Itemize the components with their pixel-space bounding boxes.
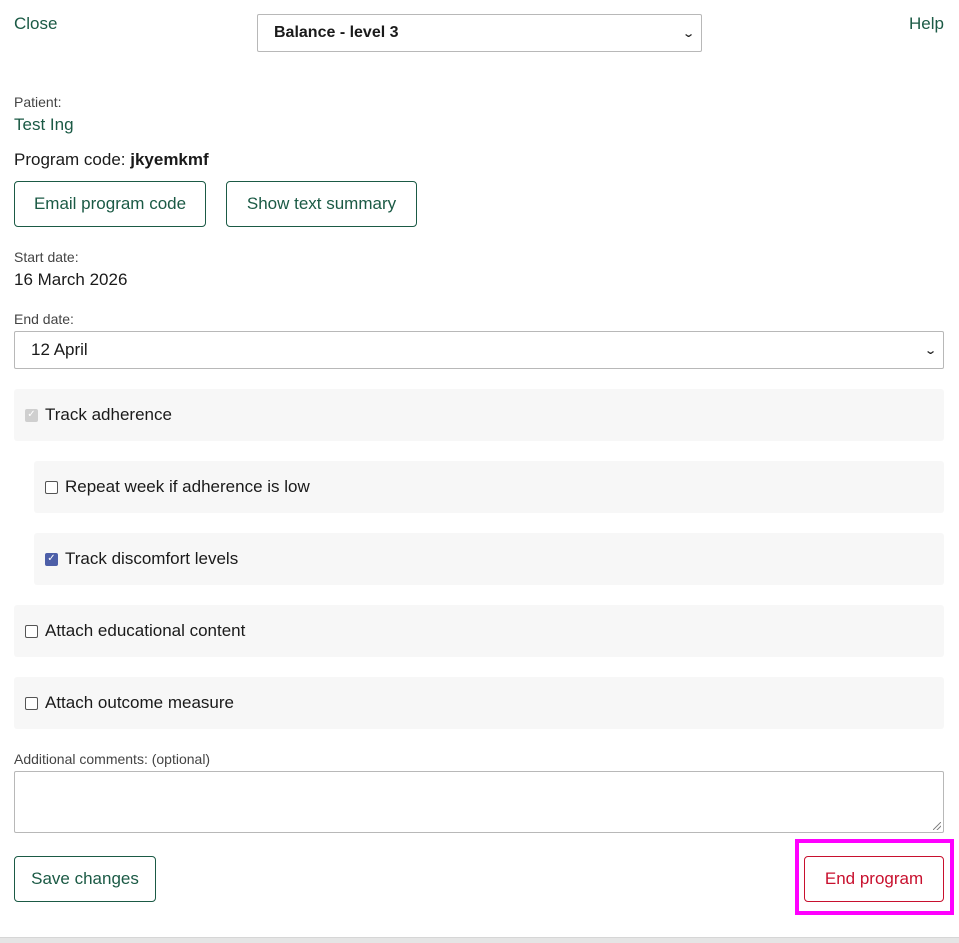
option-label: Repeat week if adherence is low [65,477,310,496]
save-changes-button[interactable]: Save changes [14,856,156,902]
end-date-label: End date: [14,311,74,327]
checkbox-icon[interactable]: ✓ [45,552,58,566]
option-label: Attach outcome measure [45,693,234,712]
end-date-value: 12 April [31,340,88,359]
checkbox-icon[interactable]: ✓ [25,408,38,422]
program-select-value: Balance - level 3 [274,24,399,41]
program-select[interactable]: Balance - level 3 ⌄ [257,14,702,52]
comments-label: Additional comments: (optional) [14,751,211,767]
option-label: Track adherence [45,405,172,424]
option-attach-outcome[interactable]: Attach outcome measure [14,677,944,729]
show-text-summary-button[interactable]: Show text summary [226,181,417,227]
end-date-select[interactable]: 12 April ⌄ [14,331,944,369]
checkbox-icon[interactable] [45,480,58,494]
bottom-divider [0,937,959,943]
patient-label: Patient: [14,94,62,110]
close-link[interactable]: Close [14,14,57,34]
patient-name[interactable]: Test Ing [14,115,74,135]
option-repeat-week[interactable]: Repeat week if adherence is low [34,461,944,513]
start-date-label: Start date: [14,249,79,265]
option-track-adherence[interactable]: ✓ Track adherence [14,389,944,441]
checkbox-icon[interactable] [25,624,38,638]
chevron-down-icon: ⌄ [681,27,695,40]
checkbox-icon[interactable] [25,696,38,710]
option-attach-educational[interactable]: Attach educational content [14,605,944,657]
email-program-code-button[interactable]: Email program code [14,181,206,227]
resize-grip-icon[interactable] [933,822,941,830]
option-label: Attach educational content [45,621,246,640]
chevron-down-icon: ⌄ [923,344,937,357]
comments-textarea[interactable] [14,771,944,833]
program-code-label: Program code: [14,150,126,169]
program-code: Program code: jkyemkmf [14,150,209,170]
option-track-discomfort[interactable]: ✓ Track discomfort levels [34,533,944,585]
highlight-box [795,839,954,915]
option-label: Track discomfort levels [65,549,239,568]
start-date-value: 16 March 2026 [14,270,128,289]
program-code-value: jkyemkmf [130,150,209,169]
help-link[interactable]: Help [909,14,944,34]
